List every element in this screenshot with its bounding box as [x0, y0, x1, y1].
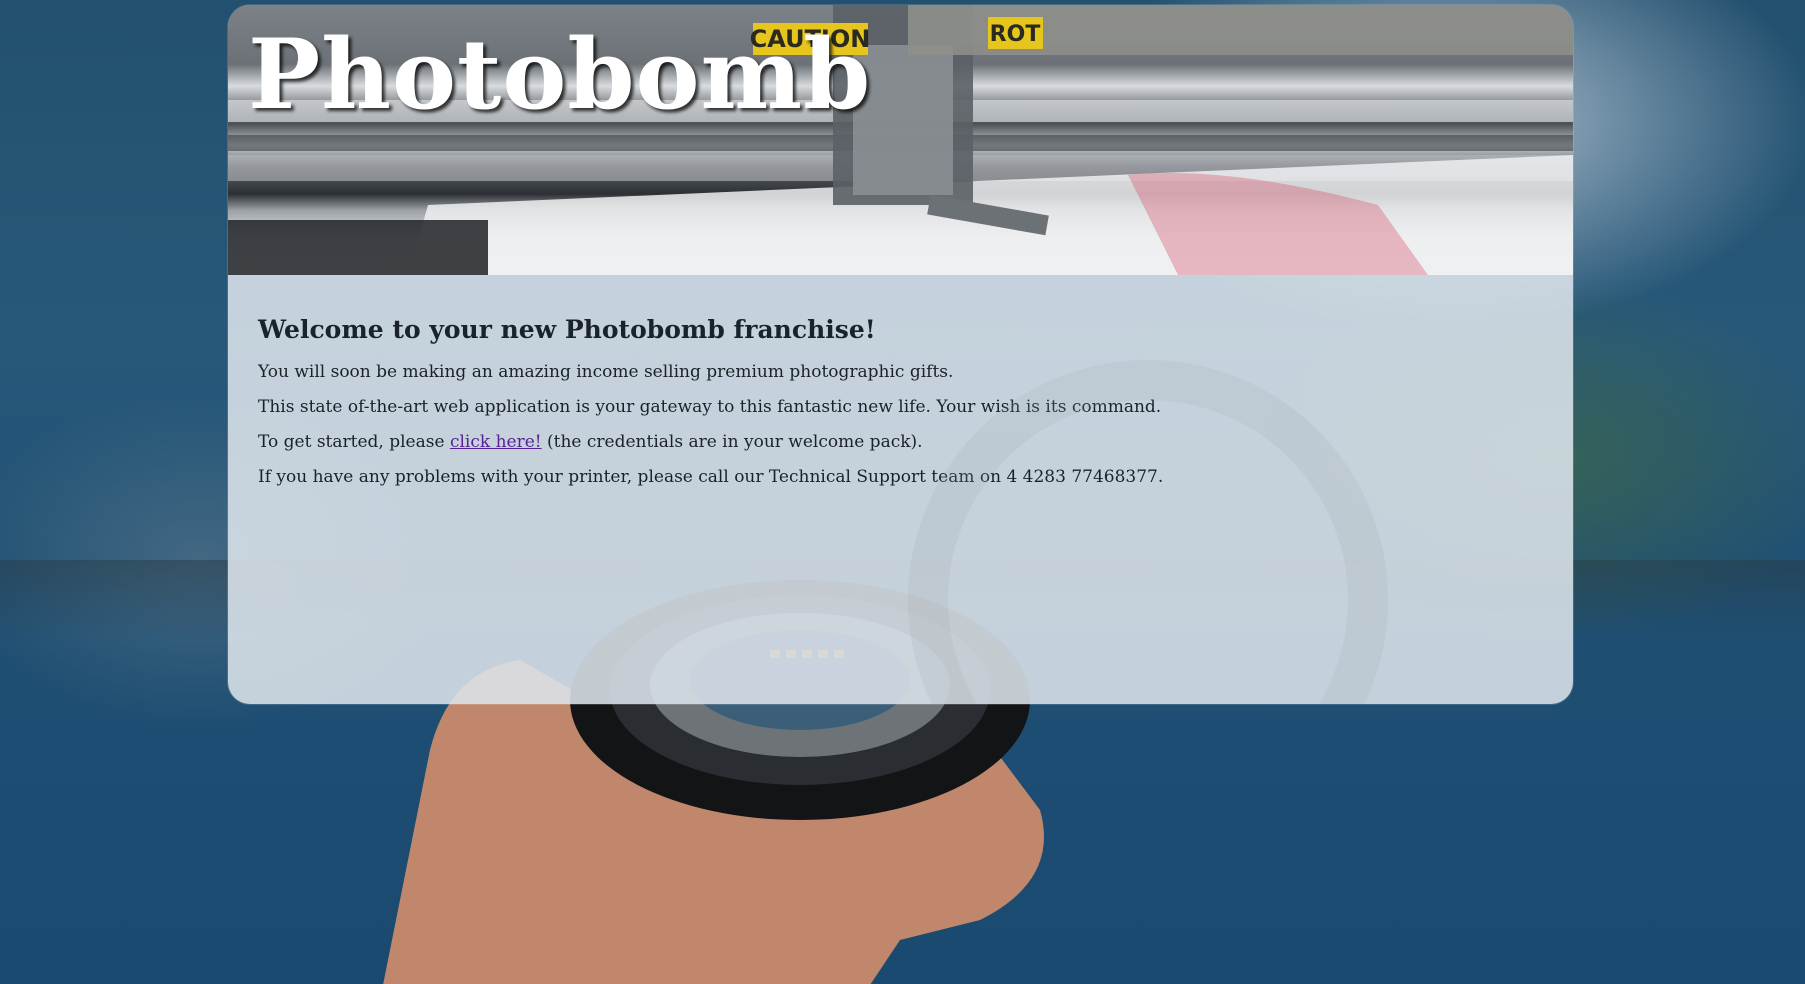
rot-sign-text: ROT	[990, 22, 1041, 47]
support-paragraph: If you have any problems with your print…	[258, 467, 1164, 487]
get-started-text-before: To get started, please	[258, 432, 450, 452]
intro-paragraph: You will soon be making an amazing incom…	[258, 362, 954, 382]
main-panel: CAUTION ROT Photobomb Welcome to your ne…	[228, 5, 1573, 704]
welcome-content: Welcome to your new Photobomb franchise!…	[228, 275, 1573, 487]
gateway-paragraph: This state of-the-art web application is…	[258, 397, 1162, 417]
get-started-text-after: (the credentials are in your welcome pac…	[541, 432, 923, 452]
welcome-heading: Welcome to your new Photobomb franchise!	[258, 315, 876, 344]
get-started-paragraph: To get started, please click here! (the …	[258, 432, 1543, 452]
login-link[interactable]: click here!	[450, 432, 542, 452]
header-banner: CAUTION ROT Photobomb	[228, 5, 1573, 275]
site-title: Photobomb	[248, 18, 872, 131]
